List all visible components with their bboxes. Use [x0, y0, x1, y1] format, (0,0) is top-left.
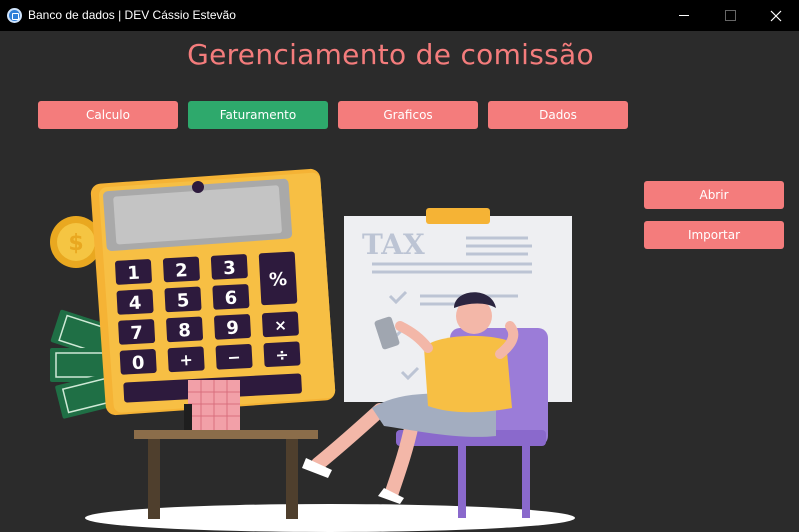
- calculator-key: 6: [224, 288, 238, 310]
- calculator-key: 7: [130, 323, 144, 345]
- calculator-key: 9: [226, 318, 240, 340]
- calculator-key: −: [227, 347, 241, 367]
- close-icon: [770, 10, 782, 21]
- calculator-key: %: [269, 269, 288, 291]
- svg-text:$: $: [68, 231, 83, 256]
- calculator-key: 4: [128, 293, 142, 315]
- calculator-key: 1: [127, 263, 141, 285]
- calendar-icon: [184, 380, 240, 430]
- import-button[interactable]: Importar: [644, 221, 784, 249]
- calculator-key: ×: [274, 316, 288, 335]
- calculator-key: 2: [175, 260, 189, 282]
- tab-faturamento[interactable]: Faturamento: [188, 101, 328, 129]
- minimize-button[interactable]: [661, 0, 707, 31]
- tab-calculo[interactable]: Calculo: [38, 101, 178, 129]
- page-title: Gerenciamento de comissão: [187, 38, 594, 71]
- window-titlebar: Banco de dados | DEV Cássio Estevão: [0, 0, 799, 31]
- calculator-key: ÷: [275, 345, 289, 365]
- window-title: Banco de dados | DEV Cássio Estevão: [28, 8, 236, 22]
- calculator-key: +: [179, 350, 193, 370]
- calculator-key: 3: [223, 258, 237, 280]
- app-database-icon: [7, 8, 22, 23]
- tax-calculator-illustration: $ 1 2 3 % 4 5 6 7 8 9 × 0 + − ÷ TAX: [50, 168, 575, 532]
- maximize-button[interactable]: [707, 0, 753, 31]
- tab-dados[interactable]: Dados: [488, 101, 628, 129]
- calculator-key: 5: [176, 290, 190, 312]
- calculator-key: 8: [178, 320, 192, 342]
- tax-label: TAX: [362, 228, 425, 261]
- calculator-icon: 1 2 3 % 4 5 6 7 8 9 × 0 + − ÷: [90, 168, 336, 416]
- close-button[interactable]: [753, 0, 799, 31]
- calculator-key: 0: [131, 353, 145, 375]
- open-button[interactable]: Abrir: [644, 181, 784, 209]
- tab-graficos[interactable]: Graficos: [338, 101, 478, 129]
